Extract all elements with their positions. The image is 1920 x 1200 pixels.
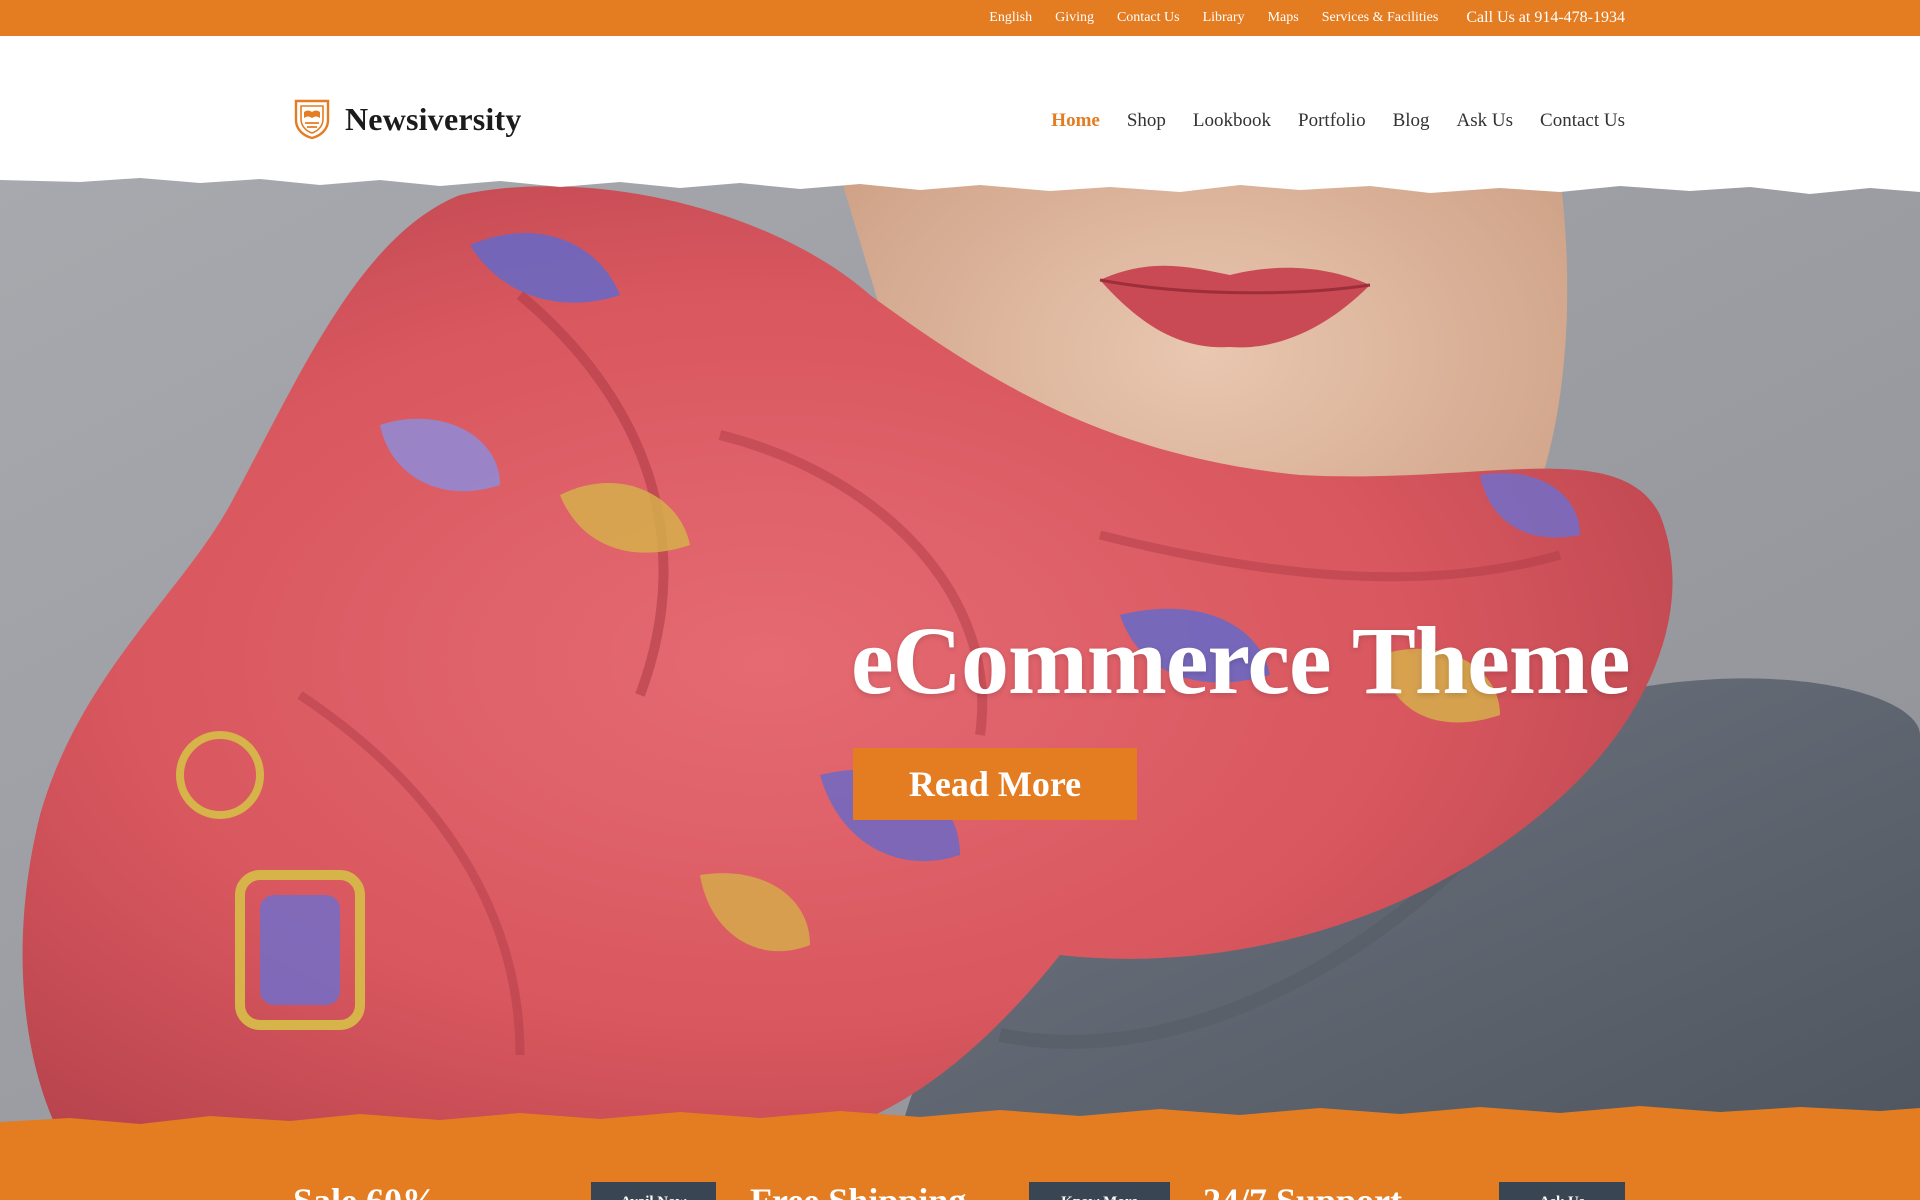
toplink-contact-us[interactable]: Contact Us (1117, 10, 1180, 26)
top-utility-links: English Giving Contact Us Library Maps S… (966, 0, 1625, 36)
top-utility-bar: English Giving Contact Us Library Maps S… (0, 0, 1920, 36)
nav-item-shop[interactable]: Shop (1127, 110, 1166, 132)
feature-title-free-shipping: Free Shipping (750, 1180, 966, 1200)
feature-strip: Sale 60% Avail Now Free Shipping Know Mo… (0, 1125, 1920, 1200)
nav-item-contact-us[interactable]: Contact Us (1540, 110, 1625, 132)
feature-title-sale: Sale 60% (293, 1180, 438, 1200)
torn-edge-top (0, 170, 1920, 194)
nav-item-home[interactable]: Home (1051, 110, 1100, 132)
toplink-library[interactable]: Library (1203, 10, 1245, 26)
main-nav: Home Shop Lookbook Portfolio Blog Ask Us… (1024, 110, 1625, 132)
nav-item-portfolio[interactable]: Portfolio (1298, 110, 1366, 132)
nav-item-lookbook[interactable]: Lookbook (1193, 110, 1271, 132)
nav-item-ask-us[interactable]: Ask Us (1457, 110, 1513, 132)
avail-now-button[interactable]: Avail Now (591, 1182, 716, 1200)
toplink-maps[interactable]: Maps (1268, 10, 1299, 26)
ask-us-button[interactable]: Ask Us (1499, 1182, 1625, 1200)
site-header: Newsiversity Home Shop Lookbook Portfoli… (0, 36, 1920, 186)
hero-banner: eCommerce Theme Read More (0, 175, 1920, 1135)
toplink-services-facilities[interactable]: Services & Facilities (1322, 10, 1439, 26)
know-more-button[interactable]: Know More (1029, 1182, 1170, 1200)
nav-item-blog[interactable]: Blog (1393, 110, 1430, 132)
site-logo[interactable]: Newsiversity (293, 98, 522, 140)
university-shield-icon (293, 98, 331, 140)
read-more-button[interactable]: Read More (853, 748, 1137, 820)
toplink-giving[interactable]: Giving (1055, 10, 1094, 26)
phone-number[interactable]: Call Us at 914-478-1934 (1466, 9, 1625, 27)
hero-title: eCommerce Theme (851, 607, 1630, 714)
toplink-english[interactable]: English (989, 10, 1032, 26)
logo-text: Newsiversity (345, 100, 522, 137)
feature-title-support: 24/7 Support (1203, 1180, 1402, 1200)
